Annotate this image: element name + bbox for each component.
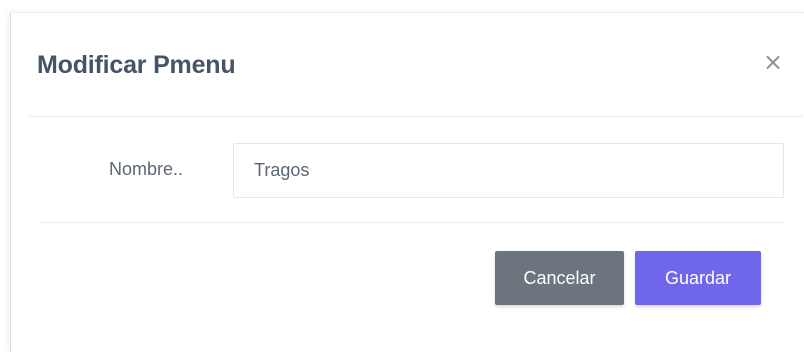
edit-pmenu-modal: Modificar Pmenu × Nombre.. Cancelar Guar… bbox=[10, 12, 804, 352]
close-icon[interactable]: × bbox=[762, 50, 784, 74]
save-button[interactable]: Guardar bbox=[635, 251, 761, 305]
footer-divider bbox=[38, 222, 784, 223]
nombre-input[interactable] bbox=[233, 143, 784, 198]
form-row-nombre: Nombre.. bbox=[11, 143, 804, 199]
modal-header: Modificar Pmenu × bbox=[11, 13, 804, 117]
cancel-button[interactable]: Cancelar bbox=[495, 251, 624, 305]
nombre-label: Nombre.. bbox=[109, 159, 184, 179]
modal-title: Modificar Pmenu bbox=[37, 51, 236, 79]
header-divider bbox=[29, 116, 803, 117]
